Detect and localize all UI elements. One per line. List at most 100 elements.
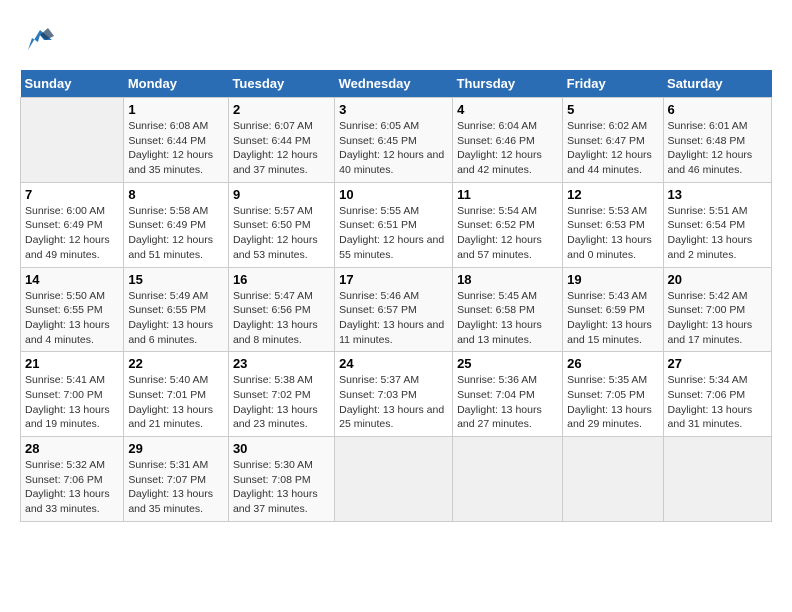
sunset-text: Sunset: 6:47 PM [567,135,645,147]
day-number: 27 [668,356,767,371]
sunrise-text: Sunrise: 6:01 AM [668,120,748,132]
day-info: Sunrise: 6:02 AM Sunset: 6:47 PM Dayligh… [567,119,658,178]
day-info: Sunrise: 5:31 AM Sunset: 7:07 PM Dayligh… [128,458,224,517]
day-info: Sunrise: 5:37 AM Sunset: 7:03 PM Dayligh… [339,373,448,432]
col-header-friday: Friday [563,70,663,98]
day-info: Sunrise: 5:38 AM Sunset: 7:02 PM Dayligh… [233,373,330,432]
daylight-text: Daylight: 13 hours and 11 minutes. [339,319,444,346]
day-number: 23 [233,356,330,371]
col-header-thursday: Thursday [453,70,563,98]
day-info: Sunrise: 5:42 AM Sunset: 7:00 PM Dayligh… [668,289,767,348]
sunrise-text: Sunrise: 5:50 AM [25,290,105,302]
day-number: 24 [339,356,448,371]
calendar-cell: 19 Sunrise: 5:43 AM Sunset: 6:59 PM Dayl… [563,267,663,352]
daylight-text: Daylight: 13 hours and 21 minutes. [128,404,213,431]
daylight-text: Daylight: 13 hours and 29 minutes. [567,404,652,431]
calendar-cell: 9 Sunrise: 5:57 AM Sunset: 6:50 PM Dayli… [228,182,334,267]
sunrise-text: Sunrise: 5:45 AM [457,290,537,302]
sunrise-text: Sunrise: 5:53 AM [567,205,647,217]
day-number: 14 [25,272,119,287]
calendar-cell: 12 Sunrise: 5:53 AM Sunset: 6:53 PM Dayl… [563,182,663,267]
day-info: Sunrise: 5:34 AM Sunset: 7:06 PM Dayligh… [668,373,767,432]
calendar-cell: 7 Sunrise: 6:00 AM Sunset: 6:49 PM Dayli… [21,182,124,267]
sunset-text: Sunset: 7:01 PM [128,389,206,401]
sunset-text: Sunset: 6:49 PM [25,219,103,231]
day-number: 13 [668,187,767,202]
day-info: Sunrise: 6:04 AM Sunset: 6:46 PM Dayligh… [457,119,558,178]
calendar-cell: 21 Sunrise: 5:41 AM Sunset: 7:00 PM Dayl… [21,352,124,437]
day-number: 10 [339,187,448,202]
calendar-cell: 29 Sunrise: 5:31 AM Sunset: 7:07 PM Dayl… [124,437,229,522]
day-number: 6 [668,102,767,117]
logo-icon [20,20,60,60]
sunrise-text: Sunrise: 6:07 AM [233,120,313,132]
calendar-cell: 2 Sunrise: 6:07 AM Sunset: 6:44 PM Dayli… [228,98,334,183]
daylight-text: Daylight: 13 hours and 37 minutes. [233,488,318,515]
daylight-text: Daylight: 13 hours and 35 minutes. [128,488,213,515]
daylight-text: Daylight: 12 hours and 44 minutes. [567,149,652,176]
calendar-cell: 8 Sunrise: 5:58 AM Sunset: 6:49 PM Dayli… [124,182,229,267]
day-info: Sunrise: 5:51 AM Sunset: 6:54 PM Dayligh… [668,204,767,263]
day-info: Sunrise: 5:55 AM Sunset: 6:51 PM Dayligh… [339,204,448,263]
day-info: Sunrise: 5:35 AM Sunset: 7:05 PM Dayligh… [567,373,658,432]
daylight-text: Daylight: 13 hours and 33 minutes. [25,488,110,515]
day-number: 7 [25,187,119,202]
day-info: Sunrise: 6:01 AM Sunset: 6:48 PM Dayligh… [668,119,767,178]
sunset-text: Sunset: 6:56 PM [233,304,311,316]
sunrise-text: Sunrise: 5:46 AM [339,290,419,302]
calendar-cell: 18 Sunrise: 5:45 AM Sunset: 6:58 PM Dayl… [453,267,563,352]
calendar-cell: 20 Sunrise: 5:42 AM Sunset: 7:00 PM Dayl… [663,267,771,352]
sunrise-text: Sunrise: 5:35 AM [567,374,647,386]
sunset-text: Sunset: 6:59 PM [567,304,645,316]
day-number: 25 [457,356,558,371]
daylight-text: Daylight: 12 hours and 37 minutes. [233,149,318,176]
calendar-cell: 23 Sunrise: 5:38 AM Sunset: 7:02 PM Dayl… [228,352,334,437]
day-number: 12 [567,187,658,202]
daylight-text: Daylight: 12 hours and 53 minutes. [233,234,318,261]
daylight-text: Daylight: 13 hours and 19 minutes. [25,404,110,431]
sunset-text: Sunset: 6:50 PM [233,219,311,231]
day-info: Sunrise: 6:05 AM Sunset: 6:45 PM Dayligh… [339,119,448,178]
day-info: Sunrise: 5:53 AM Sunset: 6:53 PM Dayligh… [567,204,658,263]
day-info: Sunrise: 6:07 AM Sunset: 6:44 PM Dayligh… [233,119,330,178]
calendar-cell: 16 Sunrise: 5:47 AM Sunset: 6:56 PM Dayl… [228,267,334,352]
page-header [20,20,772,60]
day-number: 5 [567,102,658,117]
sunrise-text: Sunrise: 5:36 AM [457,374,537,386]
sunrise-text: Sunrise: 5:51 AM [668,205,748,217]
calendar-cell: 17 Sunrise: 5:46 AM Sunset: 6:57 PM Dayl… [335,267,453,352]
sunrise-text: Sunrise: 5:43 AM [567,290,647,302]
daylight-text: Daylight: 13 hours and 8 minutes. [233,319,318,346]
sunset-text: Sunset: 7:00 PM [668,304,746,316]
day-number: 26 [567,356,658,371]
sunrise-text: Sunrise: 6:00 AM [25,205,105,217]
sunset-text: Sunset: 7:00 PM [25,389,103,401]
sunrise-text: Sunrise: 5:42 AM [668,290,748,302]
sunrise-text: Sunrise: 5:40 AM [128,374,208,386]
day-info: Sunrise: 5:43 AM Sunset: 6:59 PM Dayligh… [567,289,658,348]
sunset-text: Sunset: 7:06 PM [668,389,746,401]
day-info: Sunrise: 5:32 AM Sunset: 7:06 PM Dayligh… [25,458,119,517]
day-info: Sunrise: 5:54 AM Sunset: 6:52 PM Dayligh… [457,204,558,263]
sunrise-text: Sunrise: 5:31 AM [128,459,208,471]
sunrise-text: Sunrise: 5:38 AM [233,374,313,386]
daylight-text: Daylight: 12 hours and 49 minutes. [25,234,110,261]
col-header-wednesday: Wednesday [335,70,453,98]
sunrise-text: Sunrise: 6:02 AM [567,120,647,132]
day-number: 11 [457,187,558,202]
calendar-week-3: 14 Sunrise: 5:50 AM Sunset: 6:55 PM Dayl… [21,267,772,352]
calendar-cell: 28 Sunrise: 5:32 AM Sunset: 7:06 PM Dayl… [21,437,124,522]
sunset-text: Sunset: 6:46 PM [457,135,535,147]
day-number: 30 [233,441,330,456]
day-number: 28 [25,441,119,456]
sunrise-text: Sunrise: 6:08 AM [128,120,208,132]
sunrise-text: Sunrise: 5:41 AM [25,374,105,386]
day-info: Sunrise: 5:36 AM Sunset: 7:04 PM Dayligh… [457,373,558,432]
day-number: 16 [233,272,330,287]
sunset-text: Sunset: 6:53 PM [567,219,645,231]
col-header-saturday: Saturday [663,70,771,98]
daylight-text: Daylight: 13 hours and 25 minutes. [339,404,444,431]
day-info: Sunrise: 6:00 AM Sunset: 6:49 PM Dayligh… [25,204,119,263]
sunset-text: Sunset: 6:44 PM [128,135,206,147]
daylight-text: Daylight: 13 hours and 31 minutes. [668,404,753,431]
